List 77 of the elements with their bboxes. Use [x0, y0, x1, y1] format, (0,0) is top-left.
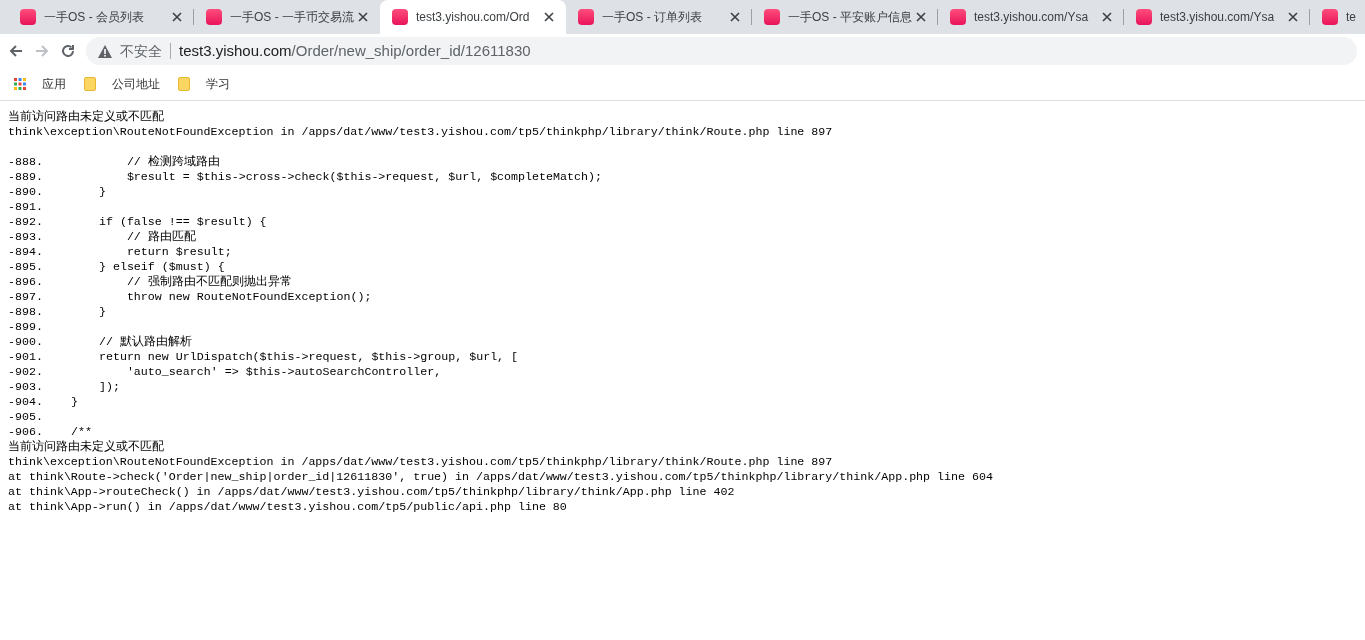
line-number: -902. — [8, 364, 44, 379]
browser-tab[interactable]: te — [1310, 0, 1365, 34]
line-number: -889. — [8, 169, 44, 184]
line-number: -897. — [8, 289, 44, 304]
back-icon[interactable] — [8, 43, 24, 59]
line-number: -896. — [8, 274, 44, 289]
trace-line: think\exception\RouteNotFoundException in /apps/dat/www/test3.yishou.com/tp5/thinkphp/library/think/Route.php line 897 — [8, 454, 834, 469]
browser-tab[interactable]: test3.yishou.com/Ysa — [1124, 0, 1310, 34]
folder-icon — [178, 77, 190, 91]
warning-icon[interactable] — [98, 44, 112, 58]
bookmark[interactable]: 公司地址 — [84, 75, 160, 93]
line-number: -901. — [8, 349, 44, 364]
close-icon[interactable] — [170, 10, 184, 24]
line-number: -900. — [8, 334, 44, 349]
trace-line: at think\Route->check('Order|new_ship|order_id|12611830', true) in /apps/dat/www/test3.yishou.com/tp5/thinkphp/library/think/App.php line 604 — [8, 469, 994, 484]
code-text: } elseif ($must) { — [97, 260, 225, 273]
line-number: -888. — [8, 154, 44, 169]
line-number: -891. — [8, 199, 44, 214]
bookmark[interactable]: 学习 — [178, 75, 230, 93]
favicon-icon — [950, 9, 966, 25]
browser-tab[interactable]: test3.yishou.com/Ysa — [938, 0, 1124, 34]
address-bar[interactable]: 不安全 test3.yishou.com/Order/new_ship/order_id/12611830 — [86, 37, 1357, 65]
security-label: 不安全 — [120, 41, 162, 61]
line-number: -905. — [8, 409, 44, 424]
favicon-icon — [1136, 9, 1152, 25]
line-number: -906. — [8, 424, 44, 439]
line-number: -894. — [8, 244, 44, 259]
line-number: -898. — [8, 304, 44, 319]
error-message: 当前访问路由未定义或不匹配 — [8, 109, 165, 124]
bookmark[interactable]: 应用 — [14, 75, 66, 93]
favicon-icon — [392, 9, 408, 25]
browser-tab[interactable]: 一手OS - 一手币交易流 — [194, 0, 380, 34]
browser-tab[interactable]: 一手OS - 订单列表 — [566, 0, 752, 34]
trace-line: think\exception\RouteNotFoundException in /apps/dat/www/test3.yishou.com/tp5/thinkphp/library/think/Route.php line 897 — [8, 124, 834, 139]
code-text: return $result; — [125, 245, 232, 258]
line-number: -892. — [8, 214, 44, 229]
code-text: /** — [71, 425, 92, 438]
line-number: -890. — [8, 184, 44, 199]
close-icon[interactable] — [1286, 10, 1300, 24]
trace-line: at think\App->routeCheck() in /apps/dat/www/test3.yishou.com/tp5/thinkphp/library/think/App.php line 402 — [8, 484, 736, 499]
folder-icon — [84, 77, 96, 91]
line-number: -903. — [8, 379, 44, 394]
code-text: $result = $this->cross->check($this->request, $url, $completeMatch); — [125, 170, 602, 183]
favicon-icon — [764, 9, 780, 25]
code-text: // 默认路由解析 — [97, 335, 192, 348]
close-icon[interactable] — [728, 10, 742, 24]
code-text: } — [97, 185, 106, 198]
line-number: -893. — [8, 229, 44, 244]
error-message: 当前访问路由未定义或不匹配 — [8, 439, 165, 454]
active-tab[interactable]: test3.yishou.com/Ord — [380, 0, 566, 34]
code-text: if (false !== $result) { — [97, 215, 267, 228]
close-icon[interactable] — [1100, 10, 1114, 24]
favicon-icon — [578, 9, 594, 25]
code-text: } — [97, 305, 106, 318]
favicon-icon — [20, 9, 36, 25]
code-text: throw new RouteNotFoundException(); — [125, 290, 372, 303]
trace-line: at think\App->run() in /apps/dat/www/test3.yishou.com/tp5/public/api.php line 80 — [8, 499, 568, 514]
code-text: // 路由匹配 — [125, 230, 196, 243]
code-text: ]); — [97, 380, 120, 393]
line-number: -899. — [8, 319, 44, 334]
line-number: -895. — [8, 259, 44, 274]
reload-icon[interactable] — [60, 43, 76, 59]
close-icon[interactable] — [356, 10, 370, 24]
line-number: -904. — [8, 394, 44, 409]
close-icon[interactable] — [914, 10, 928, 24]
apps-grid-icon — [14, 78, 26, 90]
favicon-icon — [206, 9, 222, 25]
close-icon[interactable] — [542, 10, 556, 24]
code-text: } — [71, 395, 78, 408]
browser-tab[interactable]: 一手OS - 会员列表 — [8, 0, 194, 34]
browser-tab[interactable]: 一手OS - 平安账户信息 — [752, 0, 938, 34]
code-text: 'auto_search' => $this->autoSearchController, — [125, 365, 442, 378]
favicon-icon — [1322, 9, 1338, 25]
code-text: // 强制路由不匹配则抛出异常 — [125, 275, 292, 288]
url-text: test3.yishou.com/Order/new_ship/order_id/12611830 — [179, 40, 531, 61]
code-text: // 检测跨域路由 — [125, 155, 220, 168]
code-text: return new UrlDispatch($this->request, $this->group, $url, [ — [97, 350, 519, 363]
